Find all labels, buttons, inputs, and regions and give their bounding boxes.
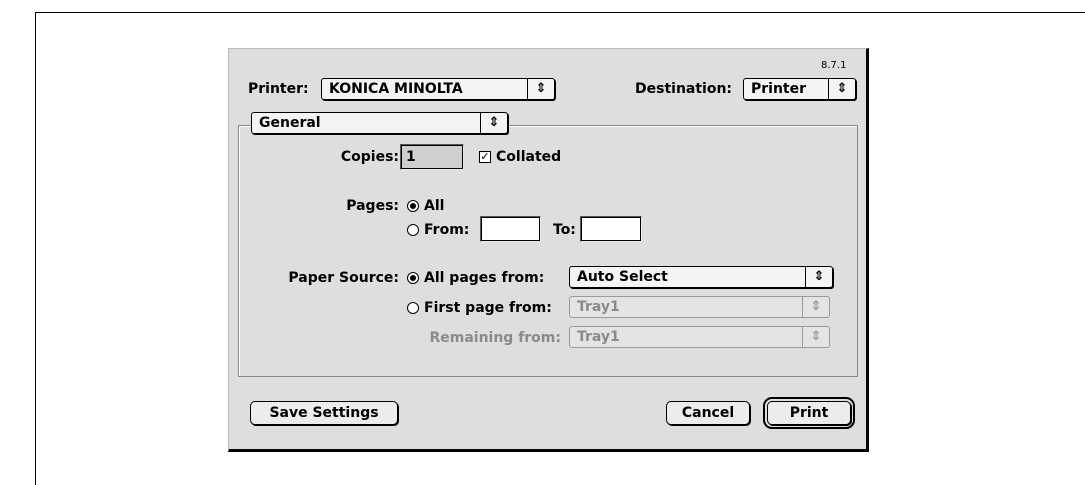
pages-from-radio[interactable] [407, 224, 419, 236]
copies-value: 1 [406, 149, 416, 165]
all-pages-from-popup[interactable]: Auto Select ⇕ [569, 266, 833, 288]
version-label: 8.7.1 [821, 60, 847, 71]
collated-label: Collated [496, 149, 562, 165]
printer-popup[interactable]: KONICA MINOLTA ⇕ [321, 78, 555, 100]
all-pages-from-label: All pages from: [424, 270, 545, 286]
printer-popup-value: KONICA MINOLTA [329, 81, 463, 97]
copies-field[interactable]: 1 [400, 144, 464, 170]
first-page-from-popup[interactable]: Tray1 ⇕ [569, 296, 830, 318]
paper-source-label: Paper Source: [288, 270, 399, 286]
pages-all-label: All [424, 198, 445, 214]
remaining-from-value: Tray1 [577, 329, 620, 345]
save-settings-button[interactable]: Save Settings [250, 401, 398, 425]
all-pages-from-radio[interactable] [407, 272, 419, 284]
copies-label: Copies: [340, 149, 399, 165]
popup-arrows-icon: ⇕ [828, 79, 855, 99]
pages-to-label: To: [553, 222, 576, 238]
destination-label: Destination: [635, 81, 733, 97]
panel-popup[interactable]: General ⇕ [251, 112, 508, 134]
printer-label: Printer: [248, 81, 309, 97]
pages-to-field[interactable] [580, 216, 642, 242]
panel-popup-value: General [259, 115, 321, 131]
first-page-from-value: Tray1 [577, 299, 620, 315]
print-dialog: 8.7.1 Printer: KONICA MINOLTA ⇕ Destinat… [228, 48, 869, 452]
pages-label: Pages: [346, 198, 399, 214]
pages-from-field[interactable] [480, 216, 541, 242]
pages-from-label: From: [424, 222, 470, 238]
popup-arrows-icon: ⇕ [805, 267, 832, 287]
first-page-from-label: First page from: [424, 300, 552, 316]
destination-popup-value: Printer [751, 81, 807, 97]
print-button[interactable]: Print [763, 397, 855, 429]
popup-arrows-icon: ⇕ [802, 297, 829, 317]
remaining-from-label: Remaining from: [429, 330, 561, 346]
popup-arrows-icon: ⇕ [527, 79, 554, 99]
destination-popup[interactable]: Printer ⇕ [743, 78, 856, 100]
first-page-from-radio[interactable] [407, 302, 419, 314]
remaining-from-popup[interactable]: Tray1 ⇕ [569, 326, 830, 348]
popup-arrows-icon: ⇕ [802, 327, 829, 347]
collated-checkbox[interactable]: ✓ [479, 151, 491, 163]
pages-all-radio[interactable] [407, 200, 419, 212]
popup-arrows-icon: ⇕ [480, 113, 507, 133]
all-pages-from-value: Auto Select [577, 269, 668, 285]
cancel-button[interactable]: Cancel [666, 401, 750, 425]
